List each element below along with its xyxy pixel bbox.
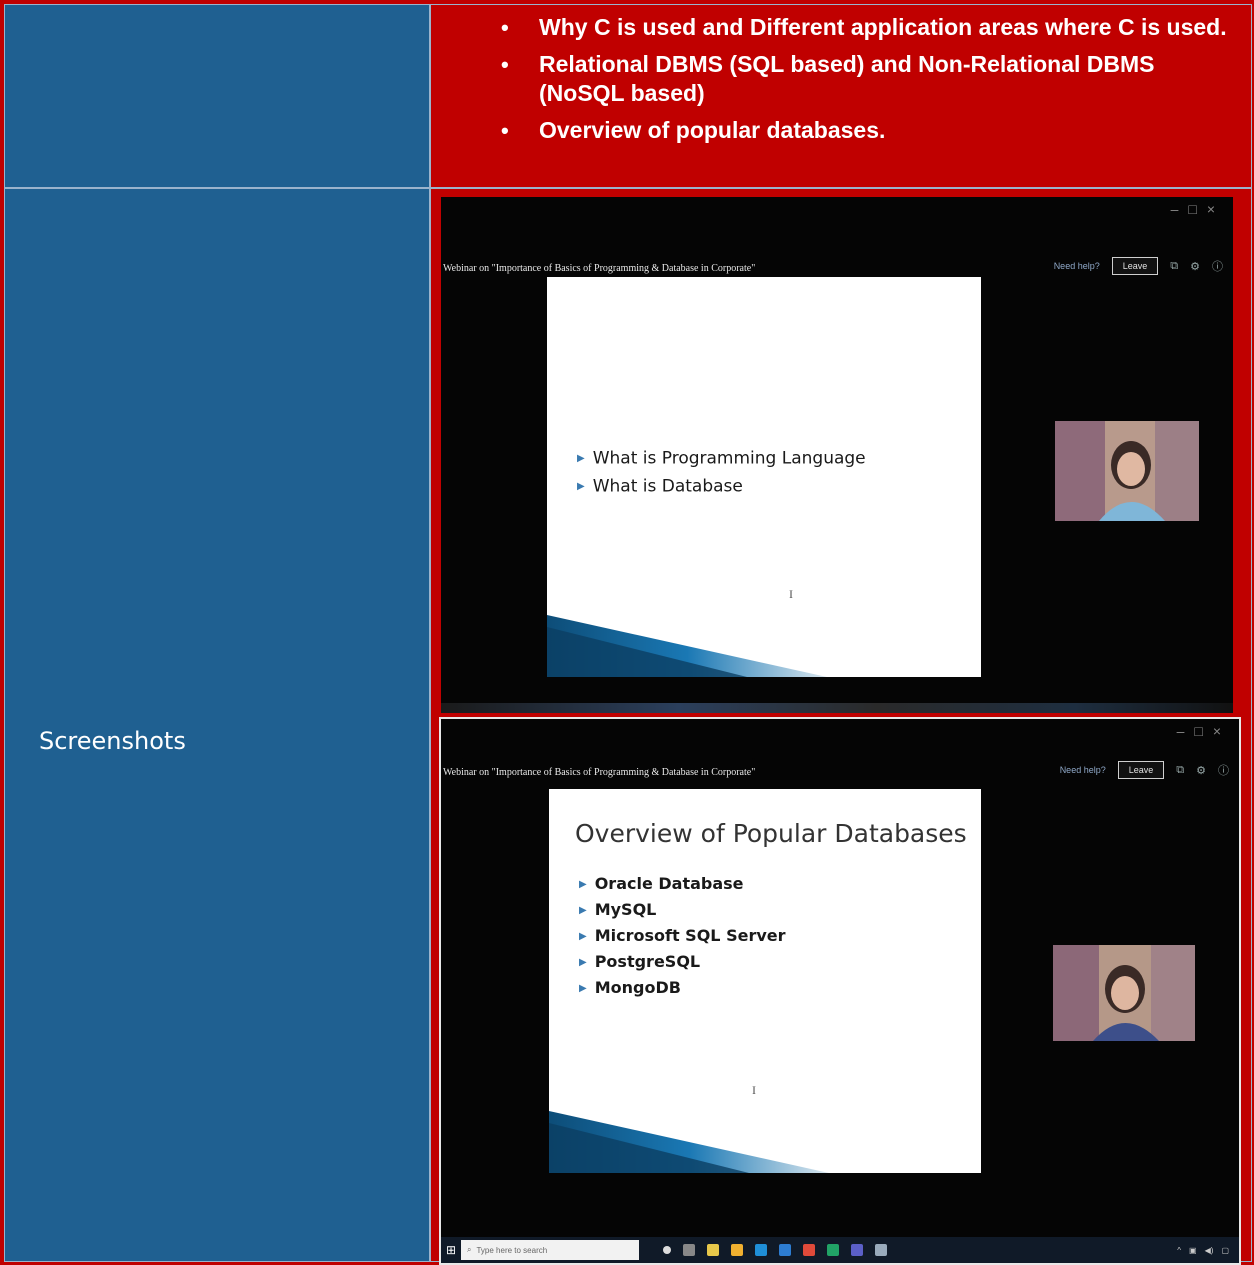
topic-text: Why C is used and Different application … <box>539 14 1227 40</box>
window-controls: –□× <box>1170 201 1225 217</box>
triangle-bullet-icon: ▶ <box>577 480 585 492</box>
slide-bullet-list: ▶ Oracle Database ▶ MySQL ▶ Microsoft SQL S… <box>579 871 786 1001</box>
slide-decoration <box>549 1111 829 1173</box>
document-table: • Why C is used and Different application… <box>4 4 1252 1265</box>
settings-icon[interactable]: ⚙ <box>1190 260 1200 273</box>
triangle-bullet-icon: ▶ <box>579 957 587 968</box>
leave-button[interactable]: Leave <box>1111 257 1159 275</box>
task-view-icon[interactable] <box>683 1244 695 1256</box>
volume-icon[interactable]: ◀) <box>1205 1246 1214 1255</box>
need-help-link[interactable]: Need help? <box>1060 765 1106 775</box>
slide-bullet: ▶ Microsoft SQL Server <box>579 923 786 949</box>
taskbar-preview-strip <box>441 703 1233 713</box>
topic-item: • Overview of popular databases. <box>431 116 1251 145</box>
windows-start-icon[interactable]: ⊞ <box>441 1237 461 1263</box>
topic-item: • Relational DBMS (SQL based) and Non-Rel… <box>431 50 1251 108</box>
search-placeholder: Type here to search <box>476 1245 548 1255</box>
taskbar-apps <box>663 1244 887 1256</box>
window-controls: –□× <box>1176 723 1231 739</box>
bullet-icon: • <box>501 15 509 40</box>
slide-bullet: ▶ What is Programming Language <box>577 445 866 473</box>
bullet-icon: • <box>501 52 509 77</box>
slide-heading: Overview of Popular Databases <box>575 819 967 848</box>
topic-item: • Why C is used and Different application… <box>431 13 1251 42</box>
app-icon[interactable] <box>875 1244 887 1256</box>
meeting-toolbar: Need help? Leave ⧉ ⚙ ⓘ <box>1054 257 1223 275</box>
taskbar-search-input[interactable]: ⌕ Type here to search <box>461 1240 639 1260</box>
slide-bullet-text: MySQL <box>594 900 657 919</box>
slide-bullet-text: Microsoft SQL Server <box>594 926 786 945</box>
meeting-title: Webinar on "Importance of Basics of Prog… <box>443 263 756 274</box>
webinar-screenshot-2: –□× Webinar on "Importance of Basics of … <box>439 717 1241 1265</box>
windows-taskbar: ⊞ ⌕ Type here to search ^ ▣ ◀) ▢ <box>441 1237 1239 1263</box>
presenter-video <box>1055 421 1199 521</box>
notification-icon[interactable]: ▢ <box>1221 1246 1229 1255</box>
cortana-icon[interactable] <box>663 1246 671 1254</box>
topics-list: • Why C is used and Different application… <box>431 5 1251 145</box>
triangle-bullet-icon: ▶ <box>577 453 585 464</box>
slide-bullet-text: MongoDB <box>594 978 681 997</box>
topics-cell: • Why C is used and Different application… <box>431 5 1251 189</box>
slide-bullet-text: Oracle Database <box>594 874 744 893</box>
slide-bullet: ▶ MongoDB <box>579 975 786 1001</box>
presentation-slide: Overview of Popular Databases ▶ Oracle Da… <box>549 789 981 1173</box>
network-icon[interactable]: ▣ <box>1189 1246 1197 1255</box>
screenshots-cell: –□× Webinar on "Importance of Basics of … <box>431 189 1251 1265</box>
triangle-bullet-icon: ▶ <box>579 905 587 916</box>
settings-icon[interactable]: ⚙ <box>1196 764 1206 777</box>
excel-icon[interactable] <box>827 1244 839 1256</box>
triangle-bullet-icon: ▶ <box>579 879 587 890</box>
slide-bullet-text: What is Programming Language <box>592 448 866 469</box>
topic-text: Relational DBMS (SQL based) and Non-Rela… <box>539 51 1155 106</box>
slide-bullet: ▶ Oracle Database <box>579 871 786 897</box>
table-cell-empty <box>5 5 431 189</box>
store-icon[interactable] <box>707 1244 719 1256</box>
search-icon: ⌕ <box>467 1245 472 1254</box>
slide-bullet: ▶ MySQL <box>579 897 786 923</box>
presenter-avatar <box>1053 945 1195 1041</box>
need-help-link[interactable]: Need help? <box>1054 261 1100 271</box>
slide-bullet: ▶ PostgreSQL <box>579 949 786 975</box>
triangle-bullet-icon: ▶ <box>579 931 587 942</box>
slide-bullet-list: ▶ What is Programming Language ▶ What is D… <box>577 445 866 500</box>
share-icon[interactable]: ⧉ <box>1170 260 1178 273</box>
presentation-slide: ▶ What is Programming Language ▶ What is D… <box>547 277 981 677</box>
mail-icon[interactable] <box>779 1244 791 1256</box>
topic-text: Overview of popular databases. <box>539 117 886 143</box>
meeting-toolbar: Need help? Leave ⧉ ⚙ ⓘ <box>1060 761 1229 779</box>
meeting-title: Webinar on "Importance of Basics of Prog… <box>443 767 756 778</box>
edge-icon[interactable] <box>755 1244 767 1256</box>
triangle-bullet-icon: ▶ <box>579 983 587 994</box>
bullet-icon: • <box>501 118 509 143</box>
chrome-icon[interactable] <box>803 1244 815 1256</box>
presenter-avatar <box>1055 421 1199 521</box>
leave-button[interactable]: Leave <box>1117 761 1165 779</box>
slide-bullet-text: PostgreSQL <box>594 952 701 971</box>
webinar-screenshot-1: –□× Webinar on "Importance of Basics of … <box>441 197 1233 713</box>
info-icon[interactable]: ⓘ <box>1212 258 1223 274</box>
teams-icon[interactable] <box>851 1244 863 1256</box>
system-tray: ^ ▣ ◀) ▢ <box>1177 1246 1239 1255</box>
screenshots-label: Screenshots <box>39 727 186 755</box>
slide-bullet: ▶ What is Database <box>577 473 866 501</box>
info-icon[interactable]: ⓘ <box>1218 762 1229 778</box>
presenter-video <box>1053 945 1195 1041</box>
slide-decoration <box>547 615 827 677</box>
screenshots-label-cell: Screenshots <box>5 189 431 1261</box>
slide-bullet-text: What is Database <box>592 476 743 496</box>
chevron-up-icon[interactable]: ^ <box>1177 1246 1181 1255</box>
share-icon[interactable]: ⧉ <box>1176 764 1184 777</box>
file-explorer-icon[interactable] <box>731 1244 743 1256</box>
